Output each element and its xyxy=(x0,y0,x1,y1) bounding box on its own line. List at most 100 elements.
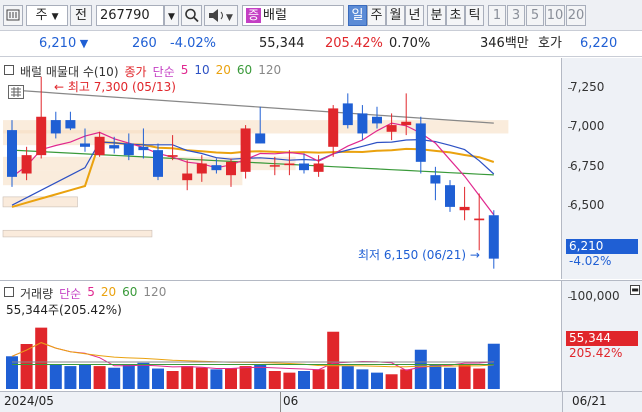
volume-bar xyxy=(487,343,500,389)
market-label: 주 xyxy=(35,8,48,23)
code-dropdown-button[interactable]: ▼ xyxy=(164,5,179,26)
low-label: 최저 6,150 (06/21) xyxy=(358,248,467,262)
volume-bar xyxy=(20,344,33,389)
volume-bar xyxy=(371,372,383,389)
collapse-icon[interactable]: ▬ xyxy=(630,285,640,295)
volume-bar xyxy=(429,364,442,389)
legend-ma5[interactable]: 5 xyxy=(181,63,189,80)
volume-bar xyxy=(137,362,150,389)
period-button-3[interactable]: 년 xyxy=(405,5,424,26)
period-button-4[interactable]: 분 xyxy=(427,5,446,26)
speaker-icon: ▼ xyxy=(209,9,233,23)
volume-readout: 55,344주(205.42%) xyxy=(6,303,122,317)
candle-body xyxy=(357,113,368,134)
candle-body xyxy=(372,116,382,124)
svg-text:▼: ▼ xyxy=(226,13,233,23)
quote-bar: 6,210 ▼ 260 -4.02% 55,344 205.42% 0.70% … xyxy=(0,31,642,57)
candle-body xyxy=(401,121,412,126)
candle-body xyxy=(65,120,76,129)
volume-bar xyxy=(312,369,325,389)
legend-ma120[interactable]: 120 xyxy=(258,63,281,80)
interval-button-0[interactable]: 1 xyxy=(488,5,506,26)
volume-bar xyxy=(356,369,369,389)
volume-bar xyxy=(414,349,427,389)
volume-bar xyxy=(327,331,340,389)
volume-bar xyxy=(400,369,413,389)
price-chart-panel[interactable]: 배럴 매물대 수(10) 종가 단순 5 10 20 60 120 ← 최고 7… xyxy=(0,58,562,279)
legend-vol-ma20[interactable]: 20 xyxy=(101,285,116,302)
legend-vol-ma60[interactable]: 60 xyxy=(122,285,137,302)
date-label: 2024/05 xyxy=(4,394,54,408)
price-axis[interactable]: 7,250 7,000 6,750 6,500 6,210 -4.02% xyxy=(562,58,642,279)
grid-icon[interactable] xyxy=(8,85,24,99)
volume-bar xyxy=(254,364,267,389)
volume-tick: 100,000 xyxy=(568,289,620,303)
volume-bar xyxy=(225,368,237,389)
legend-toggle-icon[interactable] xyxy=(4,65,14,75)
stock-name-field[interactable]: 증 배럴 xyxy=(242,5,344,26)
legend-volume-ma[interactable]: 단순 xyxy=(59,285,81,302)
candle-body xyxy=(255,133,266,144)
period-button-6[interactable]: 틱 xyxy=(465,5,484,26)
interval-button-1[interactable]: 3 xyxy=(507,5,525,26)
candle-body xyxy=(284,163,295,166)
period-button-2[interactable]: 월 xyxy=(386,5,405,26)
stock-type-badge: 증 xyxy=(246,8,262,23)
volume-profile-band xyxy=(3,156,296,171)
volume-bar xyxy=(444,367,456,389)
prev-button[interactable]: 전 xyxy=(70,5,92,26)
candle-body xyxy=(80,143,90,147)
current-volume-pct-tag: 205.42% xyxy=(569,346,623,360)
ask-label: 호가 xyxy=(538,36,562,51)
volume-bar xyxy=(385,374,398,389)
volume-bar xyxy=(458,364,471,389)
period-button-1[interactable]: 주 xyxy=(367,5,386,26)
candle-body xyxy=(196,163,207,174)
volume-bar xyxy=(268,371,281,389)
period-button-0[interactable]: 일 xyxy=(348,5,367,26)
period-button-5[interactable]: 초 xyxy=(446,5,465,26)
candle-body xyxy=(328,108,339,147)
volume-chart-panel[interactable]: 거래량 단순 5 20 60 120 55,344주(205.42%) xyxy=(0,280,562,391)
candle-body xyxy=(21,155,32,174)
interval-button-3[interactable]: 10 xyxy=(545,5,565,26)
legend-ma10[interactable]: 10 xyxy=(194,63,209,80)
turnover-rate: 0.70% xyxy=(389,36,431,51)
price-tick: 6,500 xyxy=(567,198,605,212)
stock-code-input[interactable]: 267790 xyxy=(96,5,164,26)
search-button[interactable] xyxy=(181,5,202,26)
volume-bar xyxy=(473,368,486,389)
market-select[interactable]: 주 ▼ xyxy=(26,5,68,26)
volume-value: 55,344 xyxy=(259,36,305,51)
candle-body xyxy=(226,161,236,176)
volume-bar xyxy=(6,356,18,389)
stock-name: 배럴 xyxy=(263,8,287,23)
chevron-down-icon: ▼ xyxy=(51,12,59,22)
legend-vol-ma5[interactable]: 5 xyxy=(87,285,95,302)
legend-ma20[interactable]: 20 xyxy=(216,63,231,80)
candle-body xyxy=(474,218,485,221)
current-date-label: 06/21 xyxy=(572,394,607,408)
legend-volume[interactable]: 거래량 xyxy=(20,285,53,302)
legend-vol-ma120[interactable]: 120 xyxy=(143,285,166,302)
current-price: 6,210 ▼ xyxy=(39,36,89,51)
chart-window: 주 ▼ 전 267790 ▼ ▼ 증 배럴 일 주 월 년 분 초 틱 1 3 5 10 20 6,21… xyxy=(0,0,642,412)
sound-button[interactable]: ▼ xyxy=(204,5,238,26)
candle-body xyxy=(430,175,441,184)
candle-body xyxy=(153,150,163,177)
legend-ma60[interactable]: 60 xyxy=(237,63,252,80)
interval-button-2[interactable]: 5 xyxy=(526,5,544,26)
price-tick: 7,250 xyxy=(567,80,605,94)
settings-icon[interactable] xyxy=(3,5,23,26)
volume-bar xyxy=(93,366,106,389)
volume-axis[interactable]: 100,000 ▬ 55,344 205.42% xyxy=(562,280,642,391)
legend-toggle-icon[interactable] xyxy=(4,287,14,297)
date-axis[interactable]: 2024/05 06 06/21 xyxy=(0,391,642,412)
search-icon xyxy=(184,8,199,23)
candle-body xyxy=(182,173,193,181)
candle-body xyxy=(445,185,455,207)
volume-ratio: 205.42% xyxy=(325,36,383,51)
interval-button-4[interactable]: 20 xyxy=(566,5,586,26)
high-label: 최고 7,300 (05/13) xyxy=(67,80,176,94)
volume-bar xyxy=(49,364,62,389)
